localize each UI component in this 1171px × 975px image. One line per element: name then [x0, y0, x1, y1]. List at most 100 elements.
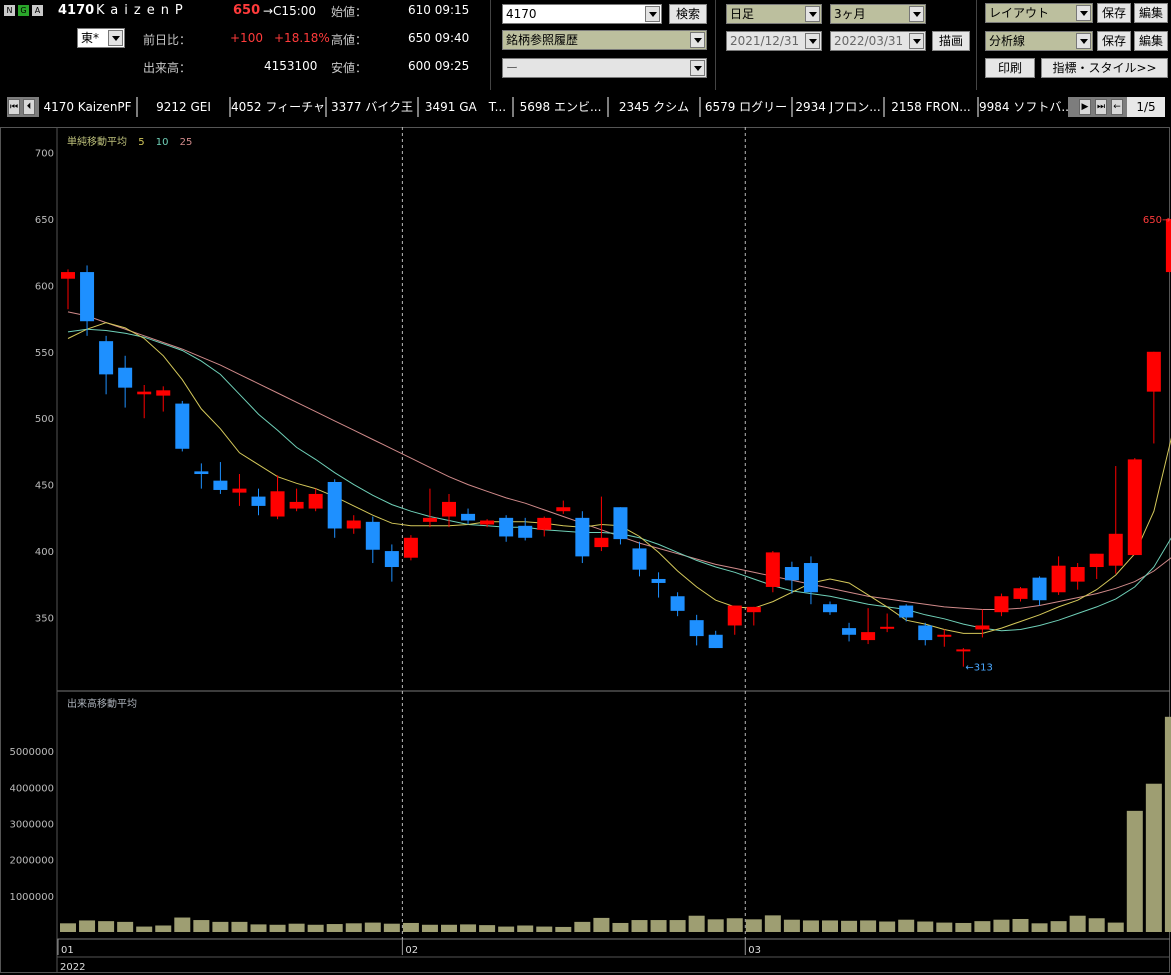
candle-body	[1127, 459, 1142, 556]
candle-body	[861, 632, 876, 641]
layout-edit-button[interactable]: 編集	[1134, 3, 1168, 23]
prev-tab-icon[interactable]: ⏴	[23, 99, 35, 115]
candle-body	[403, 537, 418, 558]
stock-tab[interactable]: 4170 KaizenPF	[39, 97, 136, 117]
candle-body	[175, 403, 190, 449]
from-date-picker[interactable]: 2021/12/31	[726, 31, 822, 51]
chevron-down-icon[interactable]	[645, 6, 660, 22]
market-value: 東*	[81, 31, 100, 45]
candle-body	[251, 496, 266, 506]
volume-bar	[802, 920, 819, 932]
volume-bar	[650, 920, 667, 932]
first-page-icon[interactable]: ⏮	[8, 99, 20, 115]
chevron-down-icon[interactable]	[805, 6, 820, 22]
low-label: 安値：	[331, 61, 368, 75]
ma-period-25: 25	[179, 137, 193, 148]
volume-bar	[574, 921, 591, 932]
price-chart[interactable]: 700 650 600 550 500 450 400 350 5000000 4000000 30…	[0, 127, 1171, 975]
chevron-down-icon[interactable]	[805, 33, 820, 49]
price-tick-label: 650	[35, 215, 54, 226]
price-tick-label: 600	[35, 281, 54, 292]
volume-bar	[1126, 810, 1143, 932]
search-button[interactable]: 検索	[669, 4, 707, 24]
low-annotation: ←313	[965, 663, 992, 674]
news-icon[interactable]: N	[4, 5, 15, 16]
volume-bar	[783, 919, 800, 932]
stock-tab[interactable]: 2158 FRON...	[885, 97, 977, 117]
chevron-down-icon[interactable]	[909, 6, 924, 22]
chevron-down-icon[interactable]	[690, 60, 705, 76]
to-date-picker[interactable]: 2022/03/31	[830, 31, 926, 51]
candle-body	[613, 507, 628, 540]
stock-tab[interactable]: 4052 フィーチャ	[231, 97, 325, 117]
interval-select[interactable]: 日足	[726, 4, 822, 24]
volume-bar	[936, 922, 953, 932]
candle-body	[232, 488, 247, 493]
volume-bar	[136, 926, 153, 932]
chevron-down-icon[interactable]	[1076, 5, 1091, 21]
volume-tick-label: 5000000	[9, 747, 54, 758]
open-label: 始値：	[331, 5, 368, 19]
candle-body	[1146, 351, 1161, 392]
chevron-down-icon[interactable]	[1076, 33, 1091, 49]
volume-bar	[441, 924, 457, 932]
volume-bar	[174, 917, 191, 932]
volume-bar	[688, 915, 705, 932]
stock-tab[interactable]: 9984 ソフトバ...	[979, 97, 1068, 117]
candle-body	[213, 480, 228, 490]
volume-bar	[498, 926, 515, 932]
chevron-down-icon[interactable]	[909, 33, 924, 49]
volume-tick-label: 1000000	[9, 892, 54, 903]
volume-tick-label: 2000000	[9, 856, 54, 867]
candle-body	[384, 551, 399, 568]
market-select[interactable]: 東*	[77, 28, 125, 48]
stock-tab[interactable]: 2934 Jフロン...	[793, 97, 883, 117]
print-button[interactable]: 印刷	[985, 58, 1035, 78]
stock-tab[interactable]: 3377 バイク王	[327, 97, 417, 117]
layout-save-button[interactable]: 保存	[1097, 3, 1131, 23]
group-icon[interactable]: G	[18, 5, 29, 16]
analysis-select[interactable]: 分析線	[985, 31, 1093, 51]
volume-bar	[1050, 921, 1067, 932]
candle-body	[1051, 565, 1066, 593]
stock-tab[interactable]: 3491 GA T...	[419, 97, 512, 117]
last-page-icon[interactable]: ⏭	[1095, 99, 1107, 115]
third-select[interactable]: ー	[502, 58, 707, 78]
volume-bar	[326, 924, 343, 932]
volume-bar	[421, 924, 438, 932]
volume-bar	[841, 920, 858, 932]
analysis-save-button[interactable]: 保存	[1097, 31, 1131, 51]
stock-tab[interactable]: 9212 GEI	[138, 97, 229, 117]
volume-bar	[193, 920, 210, 932]
candle-body	[480, 520, 495, 525]
alert-icon[interactable]: A	[32, 5, 43, 16]
volume-bar	[364, 922, 381, 932]
analysis-edit-button[interactable]: 編集	[1134, 31, 1168, 51]
indicator-style-button[interactable]: 指標・スタイル>>	[1041, 58, 1168, 78]
candle-body	[1032, 577, 1047, 601]
volume-bar	[879, 921, 896, 932]
header-divider	[976, 0, 977, 90]
chevron-down-icon[interactable]	[690, 32, 705, 48]
next-tab-icon[interactable]: ▶	[1079, 99, 1091, 115]
stock-tab[interactable]: 6579 ログリー	[701, 97, 791, 117]
volume-bar	[955, 922, 972, 932]
layout-select[interactable]: レイアウト	[985, 3, 1093, 23]
volume-bar	[250, 924, 267, 932]
history-select[interactable]: 銘柄参照履歴	[502, 30, 707, 50]
range-select[interactable]: 3ヶ月	[830, 4, 926, 24]
candle-body	[937, 634, 952, 637]
stock-tab[interactable]: 5698 エンビ...	[514, 97, 607, 117]
ma-period-10: 10	[155, 137, 169, 148]
change-label: 前日比：	[143, 33, 192, 47]
code-input[interactable]: 4170	[502, 4, 662, 24]
back-arrow-icon[interactable]: ←	[1111, 99, 1123, 115]
header-divider	[490, 0, 491, 90]
draw-button[interactable]: 描画	[932, 31, 970, 51]
candle-body	[708, 634, 723, 649]
chevron-down-icon[interactable]	[108, 30, 123, 46]
stock-tab[interactable]: 2345 クシム	[609, 97, 699, 117]
volume-ma-label: 出来高移動平均	[67, 699, 137, 710]
interval-value: 日足	[730, 7, 755, 21]
candle-body	[1108, 533, 1123, 566]
